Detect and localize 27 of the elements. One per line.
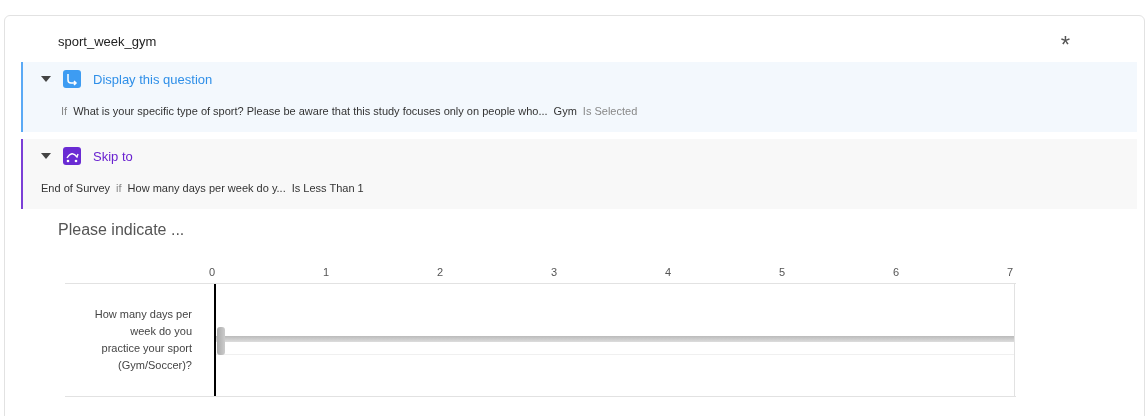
question-id: sport_week_gym (58, 33, 157, 51)
question-prompt: Please indicate ... (58, 219, 185, 240)
scale-label: 1 (322, 264, 330, 280)
skip-icon (63, 147, 81, 166)
route-icon (63, 70, 81, 89)
logic-value: How many days per week do y... (127, 181, 286, 196)
caret-icon[interactable] (41, 153, 51, 160)
logic-value: End of Survey (41, 181, 111, 196)
scale-label: 6 (892, 264, 900, 280)
slider-thumb[interactable] (217, 327, 225, 355)
required-mark: * (1060, 32, 1070, 51)
slider-track[interactable] (214, 284, 1015, 396)
logic-keyword: Is Selected (582, 104, 638, 119)
scale-label: 2 (436, 264, 444, 280)
logic-value: What is your specific type of sport? Please be aware that this study focuses only on people who... (73, 104, 548, 119)
slider-statement: How many days per week do you practice your sport (Gym/Soccer)? (93, 307, 192, 373)
logic-keyword: If (61, 104, 68, 119)
scale-label: 0 (208, 264, 216, 280)
logic-keyword: if (116, 181, 122, 196)
scale-label: 3 (550, 264, 558, 280)
scale-label: 5 (778, 264, 786, 280)
logic-title[interactable]: Skip to (93, 146, 133, 166)
logic-value: Gym (553, 104, 577, 119)
caret-icon[interactable] (41, 76, 51, 83)
scale-label: 7 (1006, 264, 1014, 280)
logic-value: Is Less Than 1 (291, 181, 364, 196)
scale-label: 4 (664, 264, 672, 280)
